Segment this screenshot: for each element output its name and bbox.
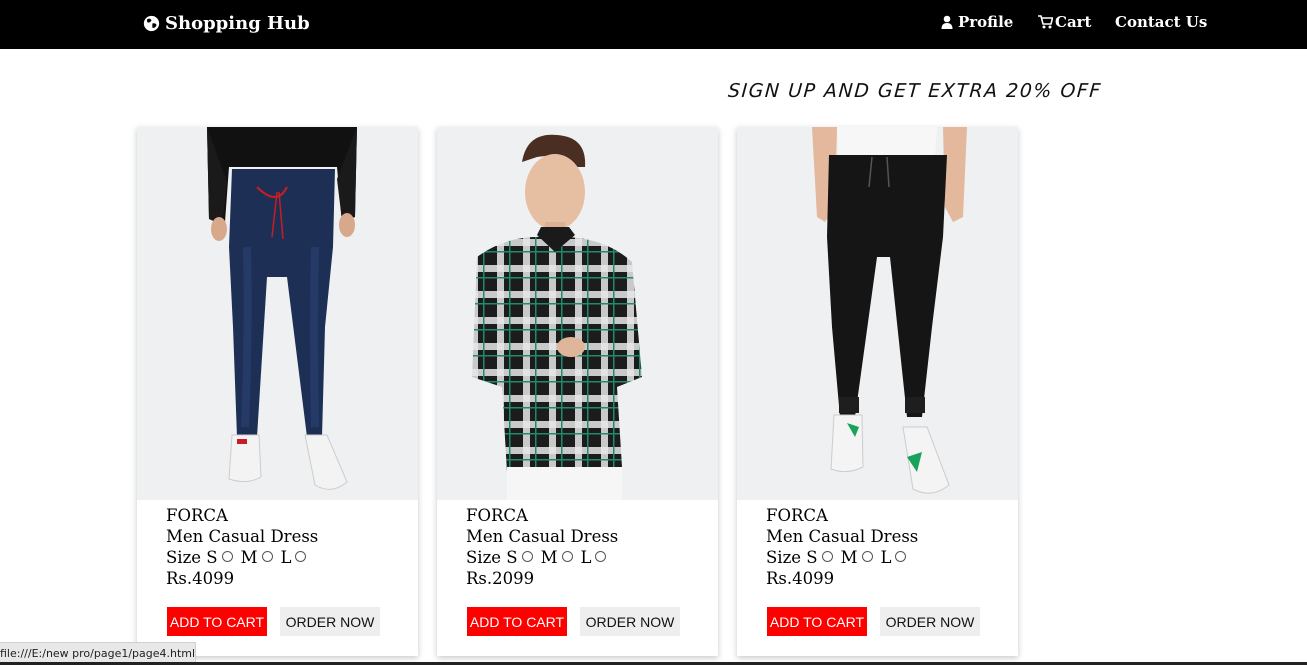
- cart-icon: [1038, 15, 1053, 29]
- size-m-radio[interactable]: [861, 551, 873, 562]
- size-s-label: S: [506, 548, 518, 567]
- product-image-jeans[interactable]: [137, 127, 418, 500]
- size-m-label: M: [840, 548, 858, 567]
- nav-contact-link[interactable]: Contact Us: [1115, 13, 1207, 31]
- add-to-cart-button[interactable]: ADD TO CART: [467, 607, 567, 636]
- size-l-radio[interactable]: [295, 551, 307, 562]
- nav-cart-link[interactable]: Cart: [1038, 13, 1092, 31]
- size-m-label: M: [540, 548, 558, 567]
- product-name: Men Casual Dress: [766, 527, 919, 546]
- size-m-radio[interactable]: [261, 551, 273, 562]
- product-price: Rs.4099: [766, 569, 835, 588]
- product-brand: FORCA: [166, 506, 228, 525]
- product-image-shirt[interactable]: [437, 127, 718, 500]
- top-navbar: Shopping Hub Profile Cart Contact Us: [0, 0, 1307, 49]
- order-now-button[interactable]: ORDER NOW: [280, 607, 380, 636]
- size-selector: Size S M L: [766, 547, 918, 568]
- joggers-photo: [737, 127, 1018, 500]
- size-label: Size: [766, 548, 802, 567]
- size-s-radio[interactable]: [221, 551, 233, 562]
- product-brand: FORCA: [466, 506, 528, 525]
- size-l-label: L: [580, 548, 592, 567]
- size-m-radio[interactable]: [561, 551, 573, 562]
- nav-profile-label: Profile: [958, 13, 1014, 31]
- size-s-label: S: [206, 548, 218, 567]
- shirt-photo: [437, 127, 718, 500]
- size-label: Size: [166, 548, 202, 567]
- brand-logo[interactable]: Shopping Hub: [143, 13, 310, 34]
- size-s-radio[interactable]: [821, 551, 833, 562]
- product-card: FORCA Men Casual Dress Size S M L Rs.209…: [437, 127, 718, 656]
- add-to-cart-button[interactable]: ADD TO CART: [167, 607, 267, 636]
- size-l-radio[interactable]: [895, 551, 907, 562]
- jeans-photo: [137, 127, 418, 500]
- product-price: Rs.2099: [466, 569, 535, 588]
- product-image-joggers[interactable]: [737, 127, 1018, 500]
- nav-cart-label: Cart: [1055, 13, 1092, 31]
- product-info: FORCA Men Casual Dress Size S M L Rs.409…: [166, 505, 318, 589]
- product-card: FORCA Men Casual Dress Size S M L Rs.409…: [737, 127, 1018, 656]
- size-l-radio[interactable]: [595, 551, 607, 562]
- nav-contact-label: Contact Us: [1115, 13, 1208, 31]
- promo-banner: SIGN UP AND GET EXTRA 20% OFF: [727, 80, 1103, 102]
- product-card: FORCA Men Casual Dress Size S M L Rs.409…: [137, 127, 418, 656]
- product-name: Men Casual Dress: [166, 527, 319, 546]
- size-selector: Size S M L: [466, 547, 618, 568]
- product-info: FORCA Men Casual Dress Size S M L Rs.409…: [766, 505, 918, 589]
- add-to-cart-button[interactable]: ADD TO CART: [767, 607, 867, 636]
- brand-name: Shopping Hub: [165, 13, 310, 34]
- size-s-label: S: [806, 548, 818, 567]
- product-name: Men Casual Dress: [466, 527, 619, 546]
- product-price: Rs.4099: [166, 569, 235, 588]
- size-m-label: M: [240, 548, 258, 567]
- user-icon: [941, 15, 953, 29]
- size-selector: Size S M L: [166, 547, 318, 568]
- browser-status-bar: file:///E:/new pro/page1/page4.html: [0, 642, 196, 664]
- globe-icon: [143, 15, 160, 32]
- size-label: Size: [466, 548, 502, 567]
- size-l-label: L: [280, 548, 292, 567]
- order-now-button[interactable]: ORDER NOW: [880, 607, 980, 636]
- order-now-button[interactable]: ORDER NOW: [580, 607, 680, 636]
- size-l-label: L: [880, 548, 892, 567]
- size-s-radio[interactable]: [521, 551, 533, 562]
- nav-profile-link[interactable]: Profile: [941, 13, 1013, 31]
- product-brand: FORCA: [766, 506, 828, 525]
- product-info: FORCA Men Casual Dress Size S M L Rs.209…: [466, 505, 618, 589]
